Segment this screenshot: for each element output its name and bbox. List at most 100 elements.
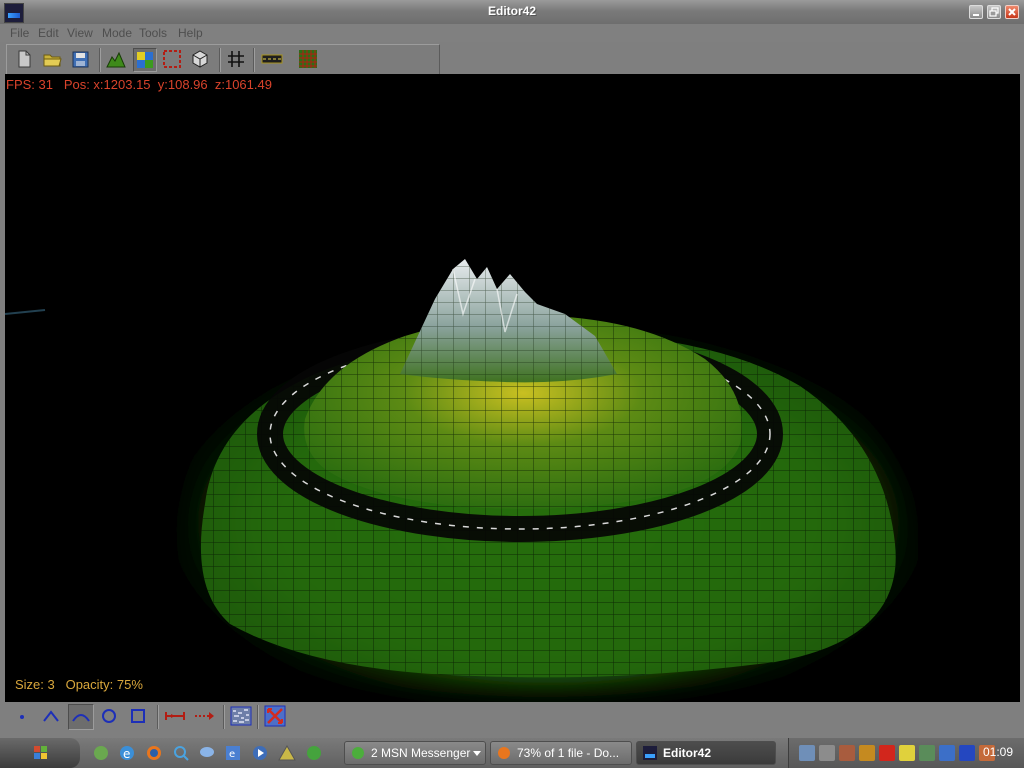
- task-label: 2 MSN Messenger: [371, 746, 471, 760]
- internet-explorer-icon[interactable]: e: [118, 744, 136, 762]
- fps-readout: FPS: 31: [6, 77, 53, 92]
- square-brush-icon: [131, 709, 145, 723]
- system-tray: 01:09: [788, 738, 1024, 768]
- firefox-icon[interactable]: [145, 744, 163, 762]
- people-icon[interactable]: [919, 745, 935, 761]
- messenger-tray-icon[interactable]: [859, 745, 875, 761]
- noise-texture-button[interactable]: [229, 704, 255, 730]
- cube-object-icon: [192, 50, 208, 68]
- circle-brush-icon: [102, 709, 116, 723]
- open-folder-icon: [43, 54, 62, 67]
- media-player-icon[interactable]: [251, 744, 269, 762]
- menu-mode[interactable]: Mode: [102, 26, 132, 40]
- os-taskbar: e e 2 MSN Messenger 73% of 1 file - Do..…: [0, 738, 1024, 768]
- grid-toggle-icon: [228, 51, 244, 67]
- dotted-arrow-icon: [195, 712, 214, 720]
- road-button[interactable]: [261, 48, 285, 72]
- measure-distance-icon: [165, 712, 185, 720]
- taskbar-item-msn[interactable]: 2 MSN Messenger: [344, 741, 486, 765]
- smooth-brush-icon: [72, 714, 90, 722]
- menu-edit[interactable]: Edit: [38, 26, 59, 40]
- texture-paint-button[interactable]: [133, 48, 157, 72]
- monitor-icon[interactable]: [819, 745, 835, 761]
- brush-toolbar: [5, 702, 1020, 732]
- measure-button[interactable]: [163, 704, 189, 730]
- toolbar-separator: [157, 705, 159, 729]
- browser-icon[interactable]: e: [224, 744, 242, 762]
- menu-file[interactable]: File: [10, 26, 29, 40]
- smooth-brush-button[interactable]: [68, 704, 94, 730]
- menu-tools[interactable]: Tools: [139, 26, 167, 40]
- tile-grid-button[interactable]: [297, 48, 321, 72]
- terrain-render[interactable]: [5, 74, 1020, 702]
- task-label: Editor42: [663, 746, 712, 760]
- network-icon[interactable]: [799, 745, 815, 761]
- warning-triangle-icon[interactable]: [278, 744, 296, 762]
- toolbar-separator: [223, 705, 225, 729]
- noise-texture-icon: [230, 706, 252, 726]
- chat-icon[interactable]: [198, 744, 216, 762]
- taskbar-item-editor42[interactable]: Editor42: [636, 741, 776, 765]
- open-button[interactable]: [41, 48, 65, 72]
- minimize-button[interactable]: [969, 5, 983, 19]
- save-button[interactable]: [69, 48, 93, 72]
- toolbar-separator: [253, 48, 255, 72]
- selection-area-icon: [163, 50, 181, 68]
- search-icon[interactable]: [172, 744, 190, 762]
- windows-logo-icon: [34, 746, 47, 759]
- title-bar: Editor42: [0, 0, 1024, 24]
- peak-brush-icon: [43, 710, 59, 722]
- peak-brush-button[interactable]: [39, 704, 65, 730]
- object-button[interactable]: [189, 48, 213, 72]
- minimize-icon: [973, 14, 979, 16]
- terrain-button[interactable]: [105, 48, 129, 72]
- selection-button[interactable]: [161, 48, 185, 72]
- taskbar-item-download[interactable]: 73% of 1 file - Do...: [490, 741, 632, 765]
- point-brush-icon: [20, 715, 24, 719]
- play-icon[interactable]: [959, 745, 975, 761]
- texture-paint-icon: [137, 52, 153, 68]
- fit-view-button[interactable]: [263, 704, 289, 730]
- menu-view[interactable]: View: [67, 26, 93, 40]
- ati-icon[interactable]: [879, 745, 895, 761]
- clock: 01:09: [982, 745, 1013, 759]
- firefox-download-icon: [498, 747, 510, 759]
- 3d-viewport[interactable]: FPS: 31 Pos: x:1203.15 y:108.96 z:1061.4…: [5, 74, 1020, 702]
- road-tool-icon: [261, 54, 283, 64]
- task-label: 73% of 1 file - Do...: [517, 746, 620, 760]
- point-brush-button[interactable]: [10, 704, 36, 730]
- grid-button[interactable]: [225, 48, 249, 72]
- editor42-app-icon: [643, 746, 657, 760]
- fit-view-icon: [264, 705, 286, 727]
- shield-icon[interactable]: [939, 745, 955, 761]
- hud-info: FPS: 31 Pos: x:1203.15 y:108.96 z:1061.4…: [6, 77, 272, 92]
- square-brush-button[interactable]: [126, 704, 152, 730]
- position-readout: Pos: x:1203.15 y:108.96 z:1061.49: [63, 77, 272, 92]
- chevron-down-icon: [473, 751, 481, 756]
- window-title: Editor42: [487, 4, 536, 18]
- tile-grid-icon: [299, 50, 317, 68]
- recycle-icon[interactable]: [92, 744, 110, 762]
- msn-messenger-icon: [352, 747, 364, 759]
- restore-icon: [989, 7, 999, 17]
- dotted-arrow-button[interactable]: [192, 704, 218, 730]
- brush-size-readout: Size: 3: [15, 677, 55, 692]
- speaker-icon[interactable]: [839, 745, 855, 761]
- restore-button[interactable]: [987, 5, 1001, 19]
- menu-help[interactable]: Help: [178, 26, 203, 40]
- save-disk-icon: [72, 51, 89, 68]
- close-button[interactable]: [1005, 5, 1019, 19]
- network-globe-icon[interactable]: [305, 744, 323, 762]
- circle-brush-button[interactable]: [97, 704, 123, 730]
- new-file-icon: [18, 50, 31, 68]
- new-file-button[interactable]: [13, 48, 37, 72]
- brush-opacity-readout: Opacity: 75%: [65, 677, 143, 692]
- toolbar-separator: [99, 48, 101, 72]
- toolbar-separator: [257, 705, 259, 729]
- svg-text:e: e: [123, 747, 130, 761]
- terrain-heightmap-icon: [106, 51, 126, 68]
- start-button[interactable]: [0, 738, 80, 768]
- lightning-icon[interactable]: [899, 745, 915, 761]
- menu-bar: File Edit View Mode Tools Help: [0, 24, 1024, 42]
- brush-info: Size: 3 Opacity: 75%: [15, 677, 143, 692]
